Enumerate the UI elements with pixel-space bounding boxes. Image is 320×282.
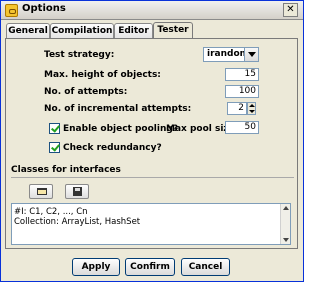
incremental-attempts-label: No. of incremental attempts: <box>44 104 192 114</box>
pooling-checkbox[interactable] <box>49 123 60 134</box>
tab-general[interactable]: General <box>6 23 50 39</box>
redundancy-checkbox[interactable] <box>49 142 60 153</box>
test-strategy-value: irandom <box>207 49 250 59</box>
title-bar[interactable]: Options ✕ <box>1 1 303 20</box>
pooling-label: Enable object pooling? <box>63 124 179 134</box>
max-height-label: Max. height of objects: <box>44 70 161 80</box>
apply-button[interactable]: Apply <box>72 258 120 276</box>
tab-editor[interactable]: Editor <box>114 23 153 39</box>
spinner-down-icon[interactable] <box>249 110 255 113</box>
save-button[interactable] <box>65 184 89 199</box>
window-title: Options <box>22 3 66 14</box>
test-strategy-label: Test strategy: <box>44 50 115 60</box>
test-strategy-select[interactable]: irandom <box>203 47 259 62</box>
chevron-down-icon[interactable] <box>244 48 258 61</box>
scroll-down-icon[interactable] <box>283 238 289 242</box>
textarea-scrollbar[interactable] <box>280 204 290 244</box>
tab-compilation[interactable]: Compilation <box>50 23 114 39</box>
open-button[interactable] <box>29 184 53 199</box>
open-folder-icon <box>37 188 47 195</box>
save-disk-icon <box>73 187 82 196</box>
incremental-attempts-spinner[interactable] <box>247 102 256 115</box>
group-divider <box>11 177 294 178</box>
classes-group-title: Classes for interfaces <box>11 165 121 175</box>
max-pool-field[interactable]: 50 <box>225 121 259 134</box>
max-height-field[interactable]: 15 <box>225 68 259 81</box>
classes-text-line: Collection: ArrayList, HashSet <box>14 217 141 227</box>
confirm-button[interactable]: Confirm <box>125 258 175 276</box>
cancel-button[interactable]: Cancel <box>181 258 230 276</box>
incremental-attempts-field[interactable]: 2 <box>227 102 247 115</box>
options-dialog: Options ✕ General Compilation Editor Tes… <box>0 0 304 282</box>
spinner-up-icon[interactable] <box>249 104 255 107</box>
redundancy-label: Check redundancy? <box>63 143 162 153</box>
attempts-label: No. of attempts: <box>44 87 128 97</box>
app-icon <box>5 4 18 17</box>
classes-textarea[interactable]: #I: C1, C2, ..., Cn Collection: ArrayLis… <box>11 203 291 245</box>
close-button[interactable]: ✕ <box>283 3 298 17</box>
classes-text-line: #I: C1, C2, ..., Cn <box>14 207 88 217</box>
attempts-field[interactable]: 100 <box>225 85 259 98</box>
scroll-up-icon[interactable] <box>283 206 289 210</box>
classes-text: #I: C1, C2, ..., Cn Collection: ArrayLis… <box>14 207 140 227</box>
